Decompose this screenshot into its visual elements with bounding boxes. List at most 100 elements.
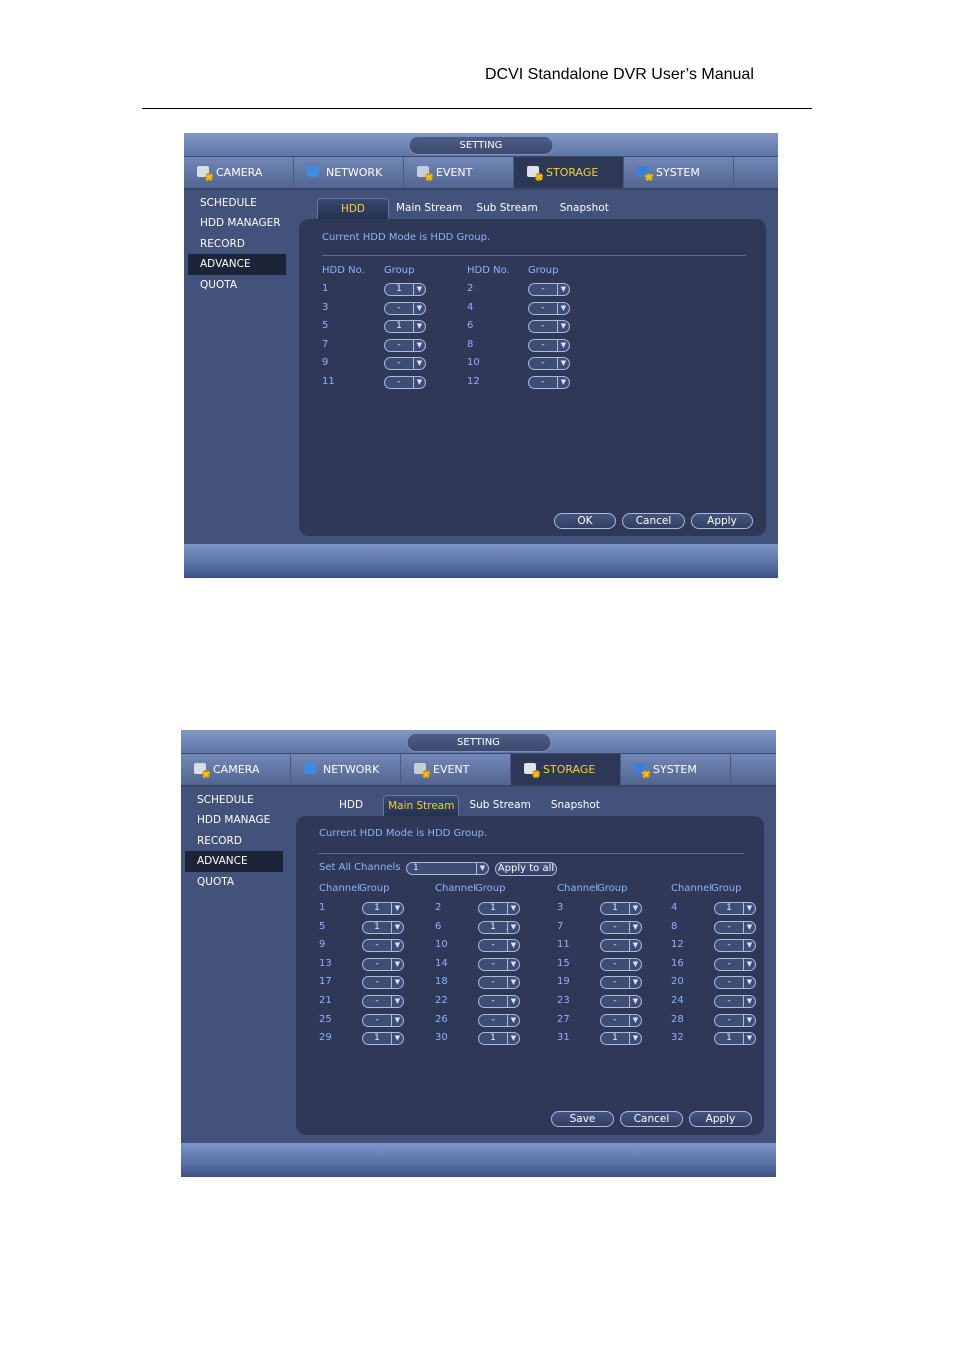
group-select[interactable]: - ▼	[362, 957, 404, 971]
side-item-hdd-manager[interactable]: HDD MANAGER	[188, 213, 286, 233]
group-select[interactable]: - ▼	[478, 995, 520, 1008]
chevron-down-icon: ▼	[507, 996, 519, 1007]
apply-button[interactable]: Apply	[691, 513, 753, 529]
cancel-button[interactable]: Cancel	[620, 1111, 683, 1127]
group-select[interactable]: 1 ▼	[362, 1032, 404, 1046]
channel-number: 6	[435, 920, 442, 932]
chevron-down-icon: ▼	[476, 863, 488, 874]
group-select[interactable]: - ▼	[528, 338, 570, 352]
tab-label: SYSTEM	[653, 763, 697, 776]
group-select[interactable]: - ▼	[714, 976, 756, 990]
group-select[interactable]: - ▼	[600, 920, 642, 934]
group-select[interactable]: - ▼	[600, 939, 642, 953]
tab-system[interactable]: SYSTEM	[624, 157, 734, 188]
group-select[interactable]: 1 ▼	[714, 1032, 756, 1046]
tab-camera[interactable]: CAMERA	[184, 157, 294, 188]
tab-network[interactable]: NETWORK	[294, 157, 404, 188]
group-select[interactable]: - ▼	[714, 939, 756, 953]
save-button[interactable]: Save	[551, 1111, 614, 1127]
cancel-button[interactable]: Cancel	[622, 513, 685, 529]
group-select[interactable]: - ▼	[600, 957, 642, 971]
subtab-main-stream[interactable]: Main Stream	[383, 795, 460, 816]
group-select[interactable]: - ▼	[478, 939, 520, 953]
apply-button[interactable]: Apply	[689, 1111, 752, 1127]
group-select[interactable]: - ▼	[478, 957, 520, 971]
group-select[interactable]: - ▼	[714, 995, 756, 1008]
tab-camera[interactable]: CAMERA	[181, 754, 291, 785]
group-select[interactable]: 1 ▼	[478, 902, 520, 915]
group-select[interactable]: - ▼	[384, 357, 426, 371]
group-select[interactable]: 1 ▼	[384, 283, 426, 296]
ok-button[interactable]: OK	[554, 513, 616, 529]
group-select[interactable]: - ▼	[714, 957, 756, 971]
tab-storage[interactable]: STORAGE	[514, 157, 624, 188]
group-select[interactable]: 1 ▼	[478, 920, 520, 934]
group-value: -	[727, 921, 731, 932]
tab-event[interactable]: EVENT	[404, 157, 514, 188]
subtab-sub-stream[interactable]: Sub Stream	[459, 795, 537, 816]
side-item-advance[interactable]: ADVANCE	[185, 851, 283, 872]
group-select[interactable]: 1 ▼	[362, 920, 404, 934]
chevron-down-icon: ▼	[413, 302, 425, 314]
tab-network[interactable]: NETWORK	[291, 754, 401, 785]
channel-number: 26	[435, 1013, 448, 1025]
group-select[interactable]: - ▼	[528, 376, 570, 389]
group-select[interactable]: 1 ▼	[362, 902, 404, 915]
group-select[interactable]: - ▼	[384, 301, 426, 315]
chevron-down-icon: ▼	[557, 339, 569, 351]
tab-storage[interactable]: STORAGE	[511, 754, 621, 785]
group-select[interactable]: - ▼	[528, 283, 570, 296]
side-item-quota[interactable]: QUOTA	[185, 872, 283, 892]
group-select[interactable]: - ▼	[478, 1013, 520, 1027]
group-select[interactable]: 1 ▼	[714, 902, 756, 915]
divider	[322, 255, 746, 256]
group-value: -	[375, 977, 379, 988]
side-item-record[interactable]: RECORD	[185, 831, 283, 851]
tab-system[interactable]: SYSTEM	[621, 754, 731, 785]
group-select[interactable]: - ▼	[362, 976, 404, 990]
channel-number: 20	[671, 976, 684, 988]
apply-to-all-button[interactable]: Apply to all	[495, 862, 557, 876]
side-item-quota[interactable]: QUOTA	[188, 275, 286, 295]
group-value: -	[727, 940, 731, 951]
subtab-main-stream[interactable]: Main Stream	[389, 198, 469, 219]
subtab-snapshot[interactable]: Snapshot	[545, 198, 616, 219]
hdd-number: 1	[322, 283, 329, 294]
group-select[interactable]: - ▼	[528, 320, 570, 334]
set-all-channels-select[interactable]: 1 ▼	[406, 862, 489, 875]
group-select[interactable]: - ▼	[362, 1013, 404, 1027]
chevron-down-icon: ▼	[629, 1014, 641, 1026]
group-select[interactable]: - ▼	[362, 939, 404, 953]
group-select[interactable]: 1 ▼	[600, 1032, 642, 1046]
group-select[interactable]: - ▼	[478, 976, 520, 990]
subtab-hdd[interactable]: HDD	[332, 795, 383, 816]
tab-event[interactable]: EVENT	[401, 754, 511, 785]
side-item-schedule[interactable]: SCHEDULE	[185, 790, 283, 810]
group-select[interactable]: - ▼	[714, 920, 756, 934]
group-select[interactable]: - ▼	[600, 976, 642, 990]
group-select[interactable]: - ▼	[600, 1013, 642, 1027]
group-select[interactable]: - ▼	[384, 338, 426, 352]
tab-label: NETWORK	[323, 763, 380, 776]
subtab-snapshot[interactable]: Snapshot	[538, 795, 607, 816]
group-select[interactable]: - ▼	[384, 376, 426, 389]
group-select[interactable]: 1 ▼	[478, 1032, 520, 1046]
col-header-group: Group	[528, 265, 559, 276]
group-select[interactable]: - ▼	[714, 1013, 756, 1027]
group-select[interactable]: 1 ▼	[600, 902, 642, 915]
subtab-sub-stream[interactable]: Sub Stream	[469, 198, 544, 219]
side-item-schedule[interactable]: SCHEDULE	[188, 193, 286, 213]
channel-number: 1	[319, 902, 326, 913]
group-select[interactable]: - ▼	[528, 357, 570, 371]
side-item-advance[interactable]: ADVANCE	[188, 254, 286, 275]
side-item-record[interactable]: RECORD	[188, 234, 286, 254]
group-select[interactable]: - ▼	[600, 995, 642, 1008]
group-select[interactable]: - ▼	[528, 301, 570, 315]
side-item-hdd-manage[interactable]: HDD MANAGE	[185, 810, 283, 830]
group-select[interactable]: 1 ▼	[384, 320, 426, 334]
group-select[interactable]: - ▼	[362, 995, 404, 1008]
subtab-hdd[interactable]: HDD	[317, 198, 389, 219]
chevron-down-icon: ▼	[629, 903, 641, 914]
group-value: 1	[396, 284, 402, 294]
hdd-number: 4	[467, 301, 474, 313]
